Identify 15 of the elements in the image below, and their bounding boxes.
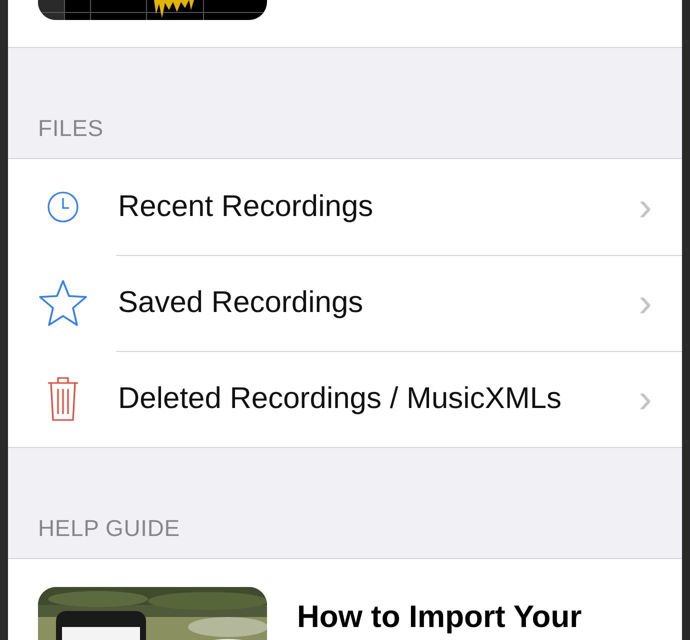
row-label: Deleted Recordings / MusicXMLs [118, 382, 563, 416]
row-label: Recent Recordings [118, 190, 374, 224]
star-icon [38, 279, 88, 327]
chevron-icon: › [638, 187, 682, 227]
section-header: FILES [38, 115, 104, 142]
clock-icon [47, 191, 79, 223]
guide-title[interactable]: How to Import Your [297, 599, 582, 635]
section-header: HELP GUIDE [38, 515, 180, 542]
row-label: Saved Recordings [118, 286, 364, 320]
trash-icon [46, 376, 80, 422]
chevron-icon: › [638, 379, 682, 419]
list-row[interactable]: Recent Recordings › [8, 159, 682, 255]
list-row[interactable]: Saved Recordings › [8, 255, 682, 351]
list-row[interactable]: Deleted Recordings / MusicXMLs › [8, 351, 682, 447]
chevron-icon: › [638, 283, 682, 323]
